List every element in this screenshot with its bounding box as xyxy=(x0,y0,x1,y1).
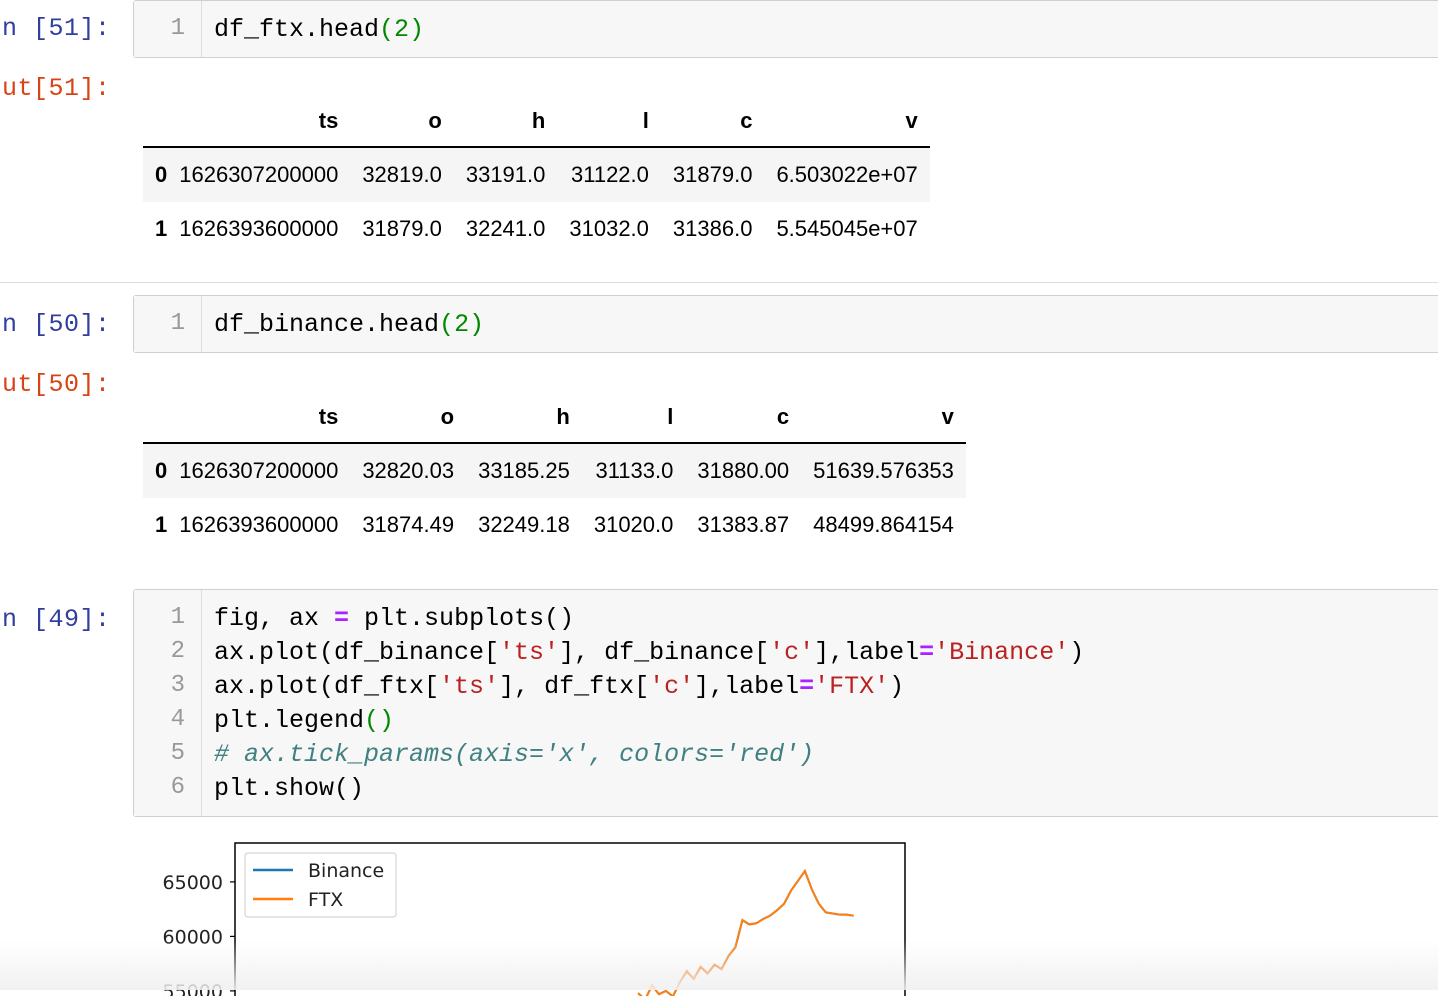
code-cell-49[interactable]: 1 2 3 4 5 6 fig, ax = plt.subplots() ax.plot(d… xyxy=(133,589,1438,817)
column-header: v xyxy=(801,392,966,444)
code-line[interactable]: df_ftx.head(2) xyxy=(214,15,424,44)
table-row: 0 1626307200000 32820.03 33185.25 31133.0 318… xyxy=(143,443,966,498)
line-number: 2 xyxy=(170,638,185,665)
table-cell: 31383.87 xyxy=(697,512,790,537)
input-prompt: n [49]: xyxy=(2,605,111,634)
line-number: 3 xyxy=(170,672,185,699)
column-header: l xyxy=(557,96,661,148)
code-line[interactable]: ax.plot(df_ftx['ts'], df_ftx['c'],label=… xyxy=(214,672,904,701)
column-header: v xyxy=(764,96,930,148)
input-prompt: n [51]: xyxy=(2,14,111,43)
row-index: 1 xyxy=(155,216,168,241)
line-number: 4 xyxy=(170,706,185,733)
column-header: ts xyxy=(167,96,351,148)
code-line[interactable]: # ax.tick_params(axis='x', colors='red') xyxy=(214,740,814,769)
legend-label: Binance xyxy=(308,860,384,882)
table-cell: 1626393600000 xyxy=(179,512,339,537)
table-cell: 31020.0 xyxy=(593,512,674,537)
code-cell-50[interactable]: 1 df_binance.head(2) xyxy=(133,295,1438,353)
output-prompt: ut[51]: xyxy=(2,74,111,103)
y-tick-label: 65000 xyxy=(163,872,223,894)
column-header: ts xyxy=(167,392,351,444)
table-cell: 31879.0 xyxy=(362,216,442,241)
table-cell: 31386.0 xyxy=(672,216,753,241)
cell-divider xyxy=(0,282,1438,283)
line-number: 5 xyxy=(170,740,185,767)
line-number: 1 xyxy=(170,604,185,631)
table-cell: 48499.864154 xyxy=(813,512,954,537)
column-header: h xyxy=(453,96,558,148)
line-number: 6 xyxy=(170,774,185,801)
table-row: 1 1626393600000 31874.49 32249.18 31020.0 313… xyxy=(143,498,966,552)
table-cell: 32249.18 xyxy=(478,512,570,537)
table-cell: 31032.0 xyxy=(569,216,649,241)
column-header: l xyxy=(581,392,686,444)
column-header: o xyxy=(350,96,454,148)
table-cell: 33191.0 xyxy=(465,162,546,187)
column-header: h xyxy=(466,392,582,444)
table-cell: 6.503022e+07 xyxy=(776,162,918,187)
table-cell: 31879.0 xyxy=(672,162,753,187)
index-header xyxy=(143,96,168,148)
code-line[interactable]: fig, ax = plt.subplots() xyxy=(214,604,574,633)
table-row: 1 1626393600000 31879.0 32241.0 31032.0 31386… xyxy=(143,202,930,256)
table-cell: 1626307200000 xyxy=(179,162,339,187)
output-prompt: ut[50]: xyxy=(2,370,111,399)
code-line[interactable]: plt.show() xyxy=(214,774,364,803)
table-cell: 1626307200000 xyxy=(179,458,339,483)
code-cell-51[interactable]: 1 df_ftx.head(2) xyxy=(133,0,1438,58)
line-number-gutter: 1 xyxy=(134,1,202,57)
table-cell: 31122.0 xyxy=(571,162,649,187)
table-cell: 32819.0 xyxy=(362,162,442,187)
input-prompt: n [50]: xyxy=(2,310,111,339)
code-line[interactable]: df_binance.head(2) xyxy=(214,310,484,339)
table-cell: 32241.0 xyxy=(465,216,546,241)
table-cell: 33185.25 xyxy=(478,458,570,483)
line-number-gutter: 1 xyxy=(134,296,202,352)
legend-label: FTX xyxy=(308,889,343,911)
dataframe-table: ts o h l c v 0 1626307200000 32819.0 33191.0 31122… xyxy=(143,96,930,256)
column-header: c xyxy=(660,96,765,148)
table-row: 0 1626307200000 32819.0 33191.0 31122.0 31879… xyxy=(143,147,930,202)
line-number: 1 xyxy=(170,310,185,337)
dataframe-table: ts o h l c v 0 1626307200000 32820.03 33185.25 311… xyxy=(143,392,966,552)
y-tick-label: 55000 xyxy=(163,981,223,996)
table-cell: 31133.0 xyxy=(595,458,674,483)
line-number: 1 xyxy=(170,15,185,42)
table-cell: 31874.49 xyxy=(362,512,455,537)
table-cell: 51639.576353 xyxy=(813,458,954,483)
y-tick-label: 60000 xyxy=(163,926,223,948)
code-line[interactable]: ax.plot(df_binance['ts'], df_binance['c'… xyxy=(214,638,1084,667)
series-line-binance xyxy=(637,868,854,996)
table-cell: 31880.00 xyxy=(697,458,790,483)
row-index: 1 xyxy=(155,512,168,537)
matplotlib-figure: 65000 60000 55000 Binance FTX xyxy=(163,842,906,996)
row-index: 0 xyxy=(155,162,168,187)
code-line[interactable]: plt.legend() xyxy=(214,706,394,735)
column-header: o xyxy=(350,392,467,444)
index-header xyxy=(143,392,168,444)
column-header: c xyxy=(685,392,802,444)
series-line-ftx xyxy=(637,868,854,996)
row-index: 0 xyxy=(155,458,168,483)
table-cell: 1626393600000 xyxy=(179,216,339,241)
table-cell: 5.545045e+07 xyxy=(776,216,918,241)
line-number-gutter: 1 2 3 4 5 6 xyxy=(134,590,202,816)
table-cell: 32820.03 xyxy=(362,458,455,483)
